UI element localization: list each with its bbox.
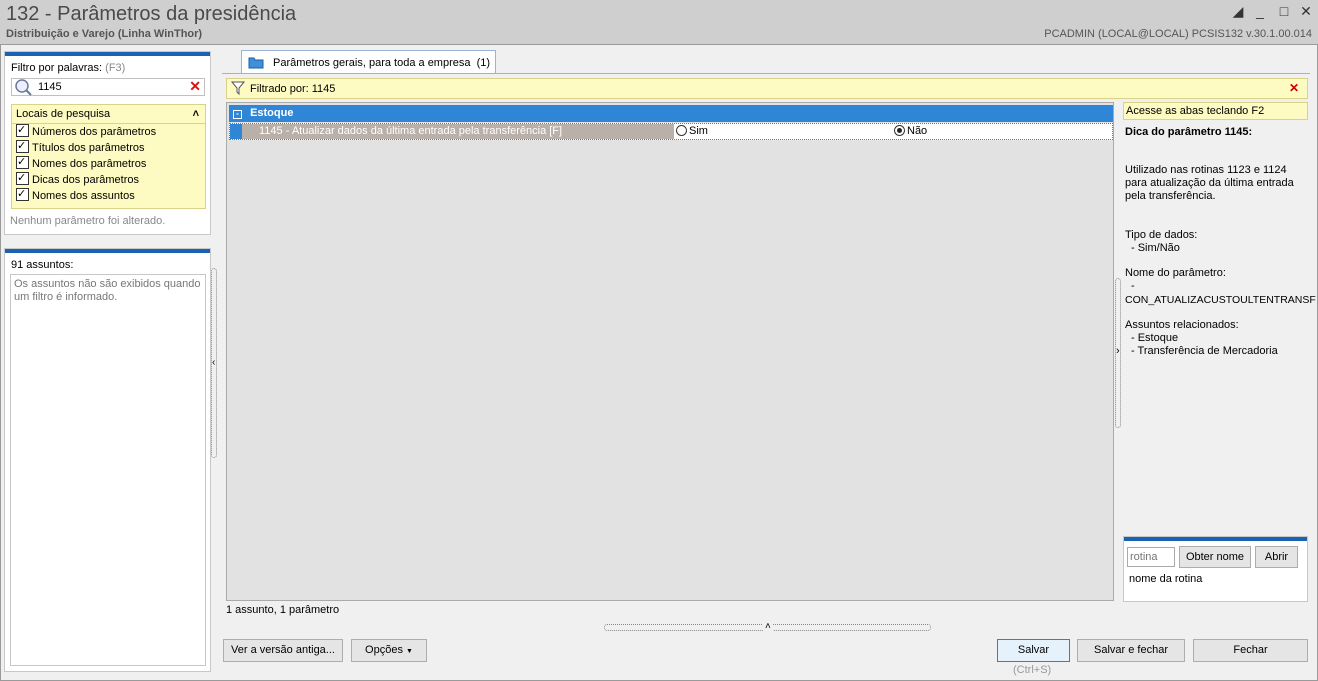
search-value: 1145 bbox=[38, 81, 62, 93]
open-routine-button[interactable]: Abrir bbox=[1255, 546, 1298, 568]
panel-accent bbox=[5, 249, 210, 253]
radio-selected-icon[interactable] bbox=[894, 125, 905, 136]
maximize-icon[interactable]: □ bbox=[1274, 2, 1294, 20]
remove-filter-icon[interactable]: ✕ bbox=[1289, 81, 1299, 95]
window-subtitle: Distribuição e Varejo (Linha WinThor) bbox=[6, 28, 203, 40]
routine-panel: Obter nome Abrir nome da rotina bbox=[1123, 536, 1308, 602]
save-close-button[interactable]: Salvar e fechar bbox=[1077, 639, 1185, 662]
tip-name-label: Nome do parâmetro: bbox=[1125, 267, 1226, 279]
checkbox-icon[interactable] bbox=[16, 170, 29, 186]
checkbox-icon[interactable] bbox=[16, 138, 29, 154]
filter-panel: Filtro por palavras: (F3) 1145 ✕ Locais … bbox=[4, 51, 211, 235]
group-label: Estoque bbox=[250, 107, 294, 119]
radio-icon[interactable] bbox=[676, 125, 687, 136]
location-option[interactable]: Nomes dos assuntos bbox=[12, 186, 205, 204]
expand-right-icon[interactable]: › bbox=[1116, 345, 1120, 357]
user-info: PCADMIN (LOCAL@LOCAL) PCSIS132 v.30.1.00… bbox=[1044, 28, 1312, 40]
close-button[interactable]: Fechar bbox=[1193, 639, 1308, 662]
get-name-button[interactable]: Obter nome bbox=[1179, 546, 1251, 568]
option-sim[interactable]: Sim bbox=[676, 125, 708, 137]
save-shortcut: (Ctrl+S) bbox=[1013, 664, 1052, 676]
collapse-icon[interactable]: ˄ bbox=[193, 105, 199, 123]
grid-footer: 1 assunto, 1 parâmetro bbox=[226, 604, 340, 616]
tip-type-label: Tipo de dados: bbox=[1125, 229, 1198, 241]
tip-subject-item: - Transferência de Mercadoria bbox=[1131, 345, 1278, 357]
save-button[interactable]: Salvar bbox=[997, 639, 1070, 662]
location-option[interactable]: Nomes dos parâmetros bbox=[12, 154, 205, 172]
option-nao[interactable]: Não bbox=[894, 125, 927, 137]
filter-label: Filtro por palavras: (F3) bbox=[11, 62, 126, 74]
parameter-row[interactable]: 1145 - Atualizar dados da última entrada… bbox=[229, 123, 1113, 140]
location-option[interactable]: Dicas dos parâmetros bbox=[12, 170, 205, 188]
changes-status: Nenhum parâmetro foi alterado. bbox=[10, 215, 166, 227]
checkbox-icon[interactable] bbox=[16, 186, 29, 202]
dropdown-arrow-icon: ▼ bbox=[406, 648, 413, 655]
checkbox-icon[interactable] bbox=[16, 122, 29, 138]
location-option[interactable]: Números dos parâmetros bbox=[12, 122, 205, 140]
search-locations-header[interactable]: Locais de pesquisa ˄ bbox=[12, 105, 205, 124]
parameter-label: 1145 - Atualizar dados da última entrada… bbox=[242, 124, 674, 139]
parameters-grid: - Estoque 1145 - Atualizar dados da últi… bbox=[226, 102, 1114, 601]
routine-input[interactable] bbox=[1127, 547, 1175, 567]
tip-description: Utilizado nas rotinas 1123 e 1124 para a… bbox=[1125, 164, 1294, 202]
subjects-count: 91 assuntos: bbox=[11, 259, 74, 271]
tip-subjects-label: Assuntos relacionados: bbox=[1125, 319, 1239, 331]
panel-accent bbox=[5, 52, 210, 56]
collapse-left-icon[interactable]: ‹ bbox=[212, 357, 215, 368]
filter-bar-text: Filtrado por: 1145 bbox=[250, 83, 336, 95]
tip-name-value: CON_ATUALIZACUSTOULTENTRANSF bbox=[1125, 294, 1316, 306]
tab-underline bbox=[222, 73, 1310, 74]
search-locations-title: Locais de pesquisa bbox=[16, 108, 111, 120]
group-row[interactable]: - Estoque bbox=[229, 105, 1113, 122]
tip-heading: Dica do parâmetro 1145: bbox=[1125, 126, 1253, 138]
tab-label: Parâmetros gerais, para toda a empresa (… bbox=[273, 57, 491, 69]
funnel-icon bbox=[230, 81, 246, 98]
row-indicator bbox=[230, 124, 242, 139]
tip-subject-item: - Estoque bbox=[1131, 332, 1179, 344]
subjects-list[interactable]: Os assuntos não são exibidos quando um f… bbox=[10, 274, 206, 666]
tabs-hint: Acesse as abas teclando F2 bbox=[1123, 102, 1308, 120]
clear-search-icon[interactable]: ✕ bbox=[189, 78, 201, 95]
close-icon[interactable]: ✕ bbox=[1296, 2, 1316, 20]
options-button[interactable]: Opções ▼ bbox=[351, 639, 427, 662]
collapse-group-icon[interactable]: - bbox=[233, 110, 242, 119]
folder-icon bbox=[248, 56, 264, 69]
minimize-icon[interactable]: _ bbox=[1250, 2, 1270, 20]
routine-name: nome da rotina bbox=[1129, 573, 1203, 585]
checkbox-icon[interactable] bbox=[16, 154, 29, 170]
window-title: 132 - Parâmetros da presidência bbox=[6, 3, 297, 25]
location-option[interactable]: Títulos dos parâmetros bbox=[12, 138, 205, 156]
tip-type-value: - Sim/Não bbox=[1131, 242, 1180, 254]
search-locations-box: Locais de pesquisa ˄ Números dos parâmet… bbox=[11, 104, 206, 209]
resize-icon[interactable]: ◢ bbox=[1228, 2, 1248, 20]
tip-name-dash: - bbox=[1131, 280, 1135, 292]
title-bar: 132 - Parâmetros da presidência Distribu… bbox=[0, 0, 1318, 44]
search-icon bbox=[13, 77, 33, 97]
expand-bottom-icon[interactable]: ˄ bbox=[763, 621, 773, 632]
tab-general-parameters[interactable]: Parâmetros gerais, para toda a empresa (… bbox=[241, 50, 496, 74]
old-version-button[interactable]: Ver a versão antiga... bbox=[223, 639, 343, 662]
subjects-panel: 91 assuntos: Os assuntos não são exibido… bbox=[4, 248, 211, 672]
search-input[interactable]: 1145 ✕ bbox=[11, 78, 205, 96]
panel-accent bbox=[1124, 537, 1307, 541]
filter-bar: Filtrado por: 1145 ✕ bbox=[226, 78, 1308, 99]
